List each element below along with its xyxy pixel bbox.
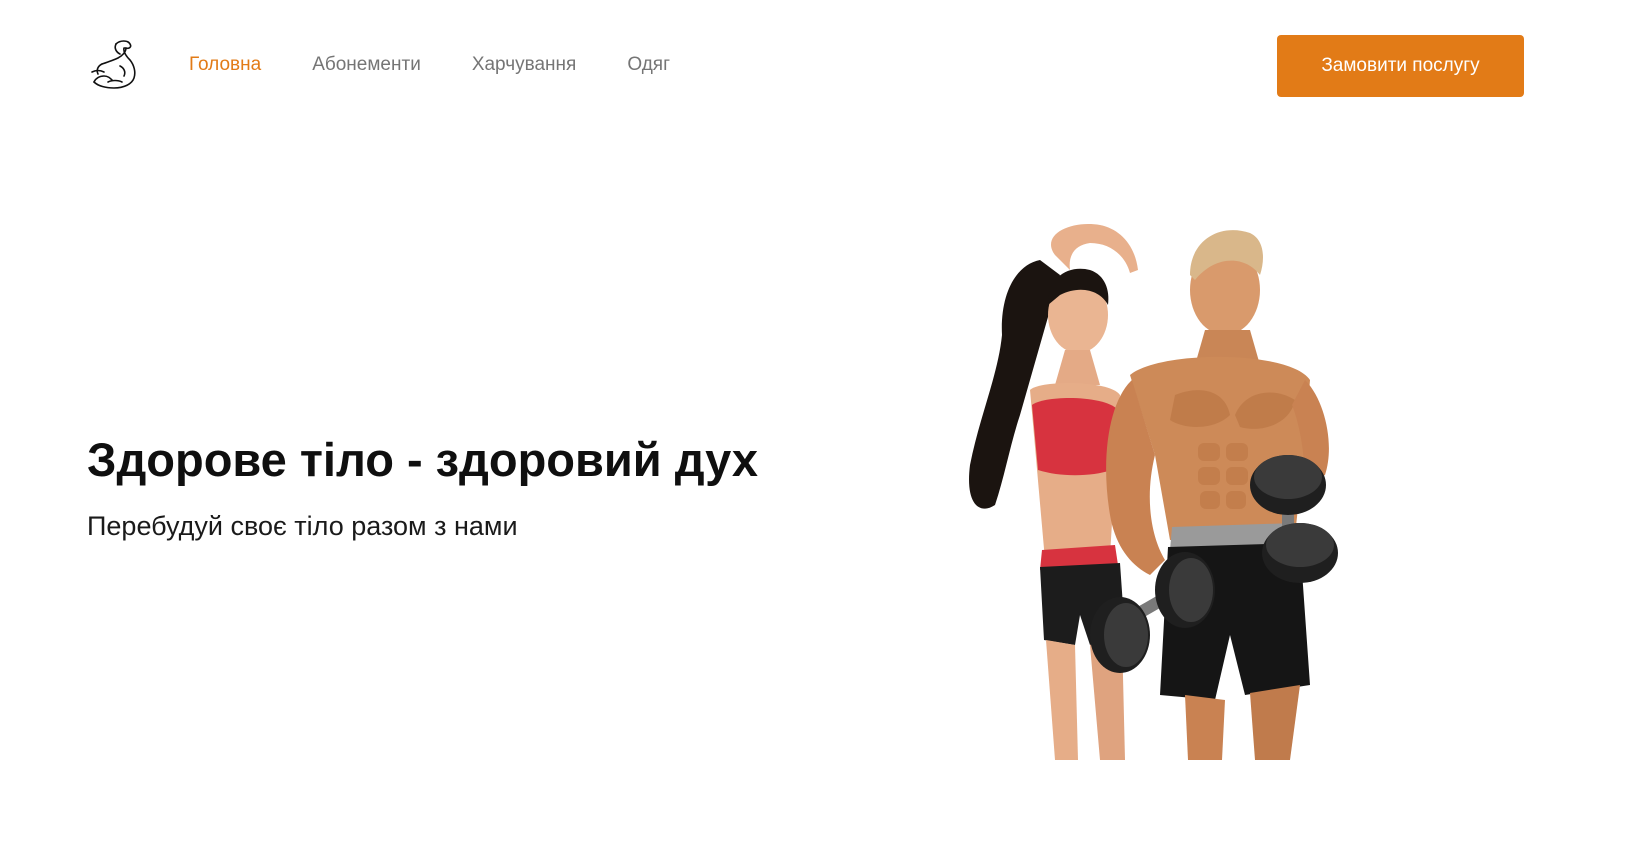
nav-item-home[interactable]: Головна [189, 52, 261, 78]
nav-item-memberships[interactable]: Абонементи [312, 52, 421, 78]
fitness-couple-image [960, 215, 1380, 760]
bicep-logo-icon[interactable] [90, 36, 140, 92]
hero-title: Здорове тіло - здоровий дух [87, 433, 758, 486]
nav-item-clothing[interactable]: Одяг [627, 52, 670, 78]
hero-subtitle: Перебудуй своє тіло разом з нами [87, 511, 518, 541]
nav-item-nutrition[interactable]: Харчування [472, 52, 577, 78]
main-nav: Головна Абонементи Харчування Одяг [189, 52, 721, 78]
landing-page: Головна Абонементи Харчування Одяг Замов… [0, 0, 1638, 858]
order-service-button[interactable]: Замовити послугу [1277, 35, 1524, 97]
